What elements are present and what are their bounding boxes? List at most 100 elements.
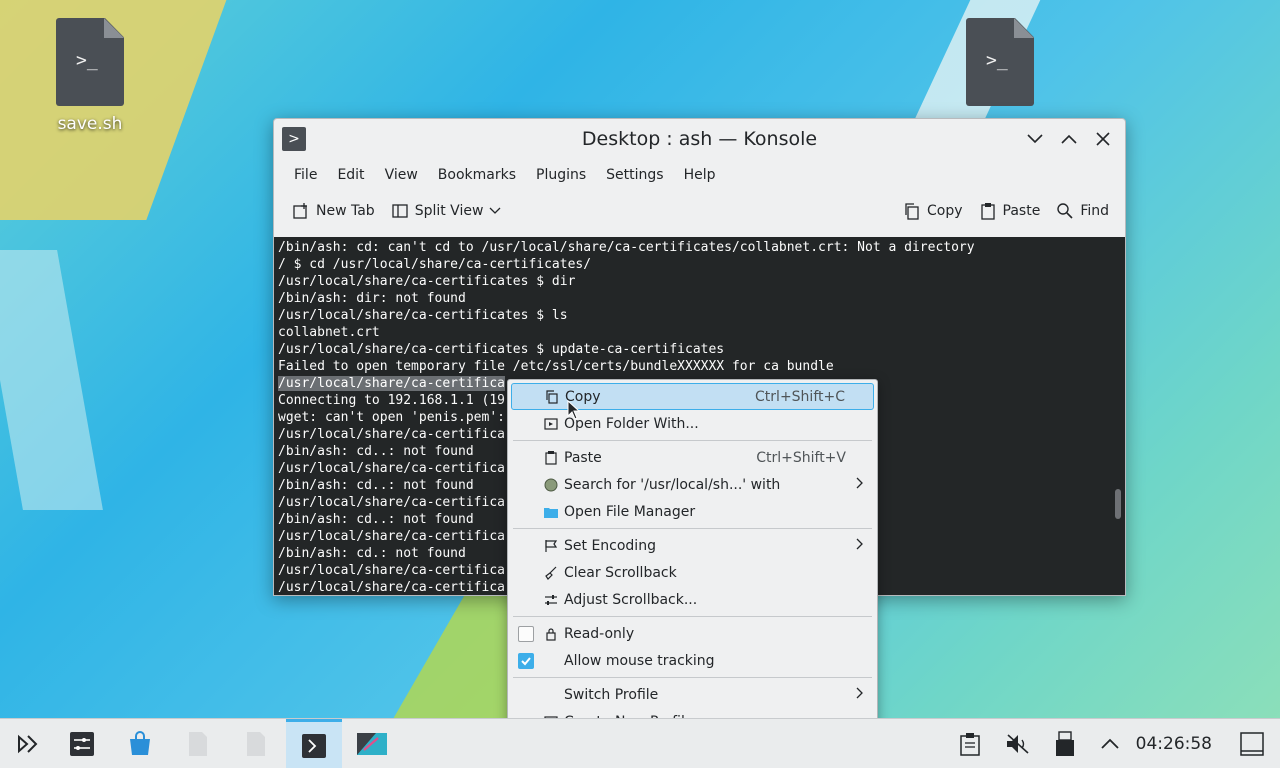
task-file-1[interactable] <box>170 719 226 768</box>
menu-view[interactable]: View <box>375 167 428 183</box>
menu-bookmarks[interactable]: Bookmarks <box>428 167 526 183</box>
tray-volume[interactable] <box>998 719 1038 768</box>
ctx-allow-mouse-tracking[interactable]: Allow mouse tracking <box>511 647 874 674</box>
sliders-icon <box>543 592 559 608</box>
menu-settings[interactable]: Settings <box>596 167 673 183</box>
spectacle-icon <box>357 733 387 755</box>
read-only-checkbox[interactable] <box>518 625 534 642</box>
task-system-settings[interactable] <box>54 719 110 768</box>
minimize-button[interactable] <box>1023 127 1047 151</box>
find-toolbar-label: Find <box>1080 203 1109 219</box>
checkmark-icon <box>521 656 531 665</box>
split-view-button[interactable]: Split View <box>383 196 510 226</box>
task-file-2[interactable] <box>228 719 284 768</box>
shopping-bag-icon <box>130 731 150 755</box>
broom-icon <box>543 565 559 581</box>
ctx-paste-shortcut: Ctrl+Shift+V <box>756 449 846 466</box>
copy-icon <box>544 389 560 405</box>
terminal-line: /bin/ash: dir: not found <box>278 291 466 306</box>
new-tab-icon <box>293 203 307 219</box>
flag-icon <box>543 538 559 554</box>
menu-separator <box>513 528 872 529</box>
menu-separator <box>513 440 872 441</box>
ctx-search-for[interactable]: Search for '/usr/local/sh...' with <box>511 471 874 498</box>
terminal-line: Failed to open temporary file /etc/ssl/c… <box>278 359 834 374</box>
title-bar[interactable]: > Desktop : ash — Konsole <box>274 119 1125 159</box>
task-discover[interactable] <box>112 719 168 768</box>
document-icon <box>189 732 207 756</box>
split-view-icon <box>392 204 408 218</box>
ctx-adjust-scrollback[interactable]: Adjust Scrollback... <box>511 586 874 613</box>
copy-icon <box>905 203 919 220</box>
ctx-open-file-manager[interactable]: Open File Manager <box>511 498 874 525</box>
chevron-up-icon <box>1101 738 1119 749</box>
application-launcher-button[interactable] <box>0 719 56 768</box>
menu-separator <box>513 616 872 617</box>
usb-drive-icon <box>1056 731 1074 756</box>
chevron-up-icon <box>1061 134 1077 144</box>
new-tab-button[interactable]: New Tab <box>284 196 383 226</box>
menu-plugins[interactable]: Plugins <box>526 167 596 183</box>
paste-icon <box>980 203 995 220</box>
paste-toolbar-label: Paste <box>1002 203 1041 219</box>
terminal-line: /usr/local/share/ca-certificates $ ls <box>278 308 568 323</box>
launcher-icon <box>18 734 38 754</box>
tray-expand[interactable] <box>1090 719 1130 768</box>
close-icon <box>1096 132 1110 146</box>
ctx-clear-scrollback[interactable]: Clear Scrollback <box>511 559 874 586</box>
settings-icon <box>70 732 94 756</box>
clipboard-icon <box>960 733 980 756</box>
close-button[interactable] <box>1091 127 1115 151</box>
mouse-tracking-checkbox[interactable] <box>518 652 534 669</box>
chevron-right-icon <box>856 687 864 703</box>
folder-icon <box>543 504 559 520</box>
terminal-icon <box>302 733 326 758</box>
lock-icon <box>543 626 559 642</box>
menu-separator <box>513 677 872 678</box>
terminal-line: /bin/ash: cd: can't cd to /usr/local/sha… <box>278 240 975 255</box>
desktop-icon-save-sh[interactable]: >_ save.sh <box>40 18 140 134</box>
globe-icon <box>543 477 559 493</box>
script-file-icon: >_ <box>56 18 124 106</box>
menu-bar: File Edit View Bookmarks Plugins Setting… <box>274 159 1125 191</box>
menu-help[interactable]: Help <box>674 167 726 183</box>
find-toolbar-button[interactable]: Find <box>1048 196 1117 226</box>
ctx-switch-profile[interactable]: Switch Profile <box>511 681 874 708</box>
menu-file[interactable]: File <box>284 167 327 183</box>
paste-toolbar-button[interactable]: Paste <box>971 196 1049 226</box>
wallpaper-shape <box>0 250 103 510</box>
ctx-set-encoding[interactable]: Set Encoding <box>511 532 874 559</box>
show-desktop-icon <box>1240 732 1264 756</box>
terminal-line: /usr/local/share/ca-certificates $ updat… <box>278 342 725 357</box>
ctx-copy[interactable]: Copy Ctrl+Shift+C <box>511 383 874 410</box>
new-tab-label: New Tab <box>316 203 375 219</box>
window-title: Desktop : ash — Konsole <box>581 128 818 150</box>
terminal-line: / $ cd /usr/local/share/ca-certificates/ <box>278 257 592 272</box>
script-file-icon: >_ <box>966 18 1034 106</box>
chevron-down-icon <box>1027 134 1043 144</box>
volume-muted-icon <box>1007 734 1029 754</box>
maximize-button[interactable] <box>1057 127 1081 151</box>
ctx-open-folder-with[interactable]: Open Folder With... <box>511 410 874 437</box>
ctx-paste[interactable]: Paste Ctrl+Shift+V <box>511 444 874 471</box>
chevron-down-icon <box>489 207 501 214</box>
open-folder-icon <box>543 416 559 432</box>
terminal-line: collabnet.crt <box>278 325 380 340</box>
terminal-line: /usr/local/share/ca-certificates $ dir <box>278 274 576 289</box>
ctx-read-only[interactable]: Read-only <box>511 620 874 647</box>
taskbar: 04:26:58 <box>0 718 1280 768</box>
copy-toolbar-button[interactable]: Copy <box>895 196 971 226</box>
desktop-icon-script[interactable]: >_ <box>950 18 1050 106</box>
chevron-right-icon <box>856 477 864 493</box>
mouse-cursor-icon <box>567 399 581 424</box>
tray-removable-device[interactable] <box>1045 719 1085 768</box>
clock[interactable]: 04:26:58 <box>1136 719 1212 768</box>
terminal-scrollbar[interactable] <box>1115 489 1121 519</box>
paste-icon <box>543 450 559 466</box>
task-konsole[interactable] <box>286 719 342 768</box>
ctx-copy-shortcut: Ctrl+Shift+C <box>755 388 845 405</box>
tray-clipboard[interactable] <box>950 719 990 768</box>
show-desktop-button[interactable] <box>1232 719 1272 768</box>
task-screenshot-tool[interactable] <box>344 719 400 768</box>
menu-edit[interactable]: Edit <box>327 167 374 183</box>
